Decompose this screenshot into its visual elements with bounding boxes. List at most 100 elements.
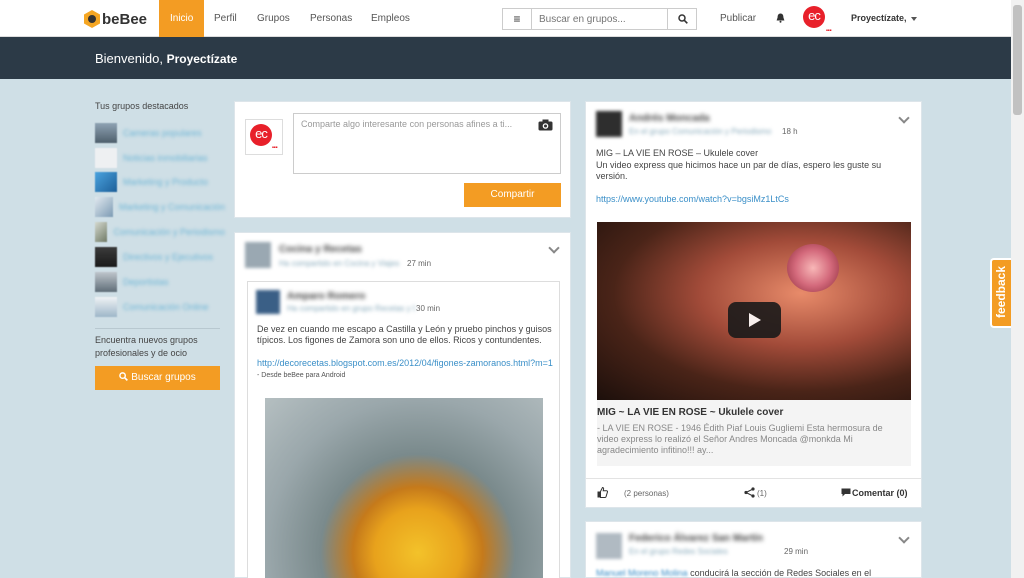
author-name[interactable]: Cocina y Recetas: [279, 244, 362, 255]
author-name[interactable]: Federico Álvarez San Martín: [629, 533, 763, 544]
group-thumbnail: [95, 222, 108, 242]
search-filter-menu-button[interactable]: ≡: [502, 8, 532, 30]
feedback-tab[interactable]: feedback: [990, 258, 1012, 328]
tab-empleos[interactable]: Empleos: [371, 0, 410, 37]
post-composer: ec ... Comparte algo interesante con per…: [234, 101, 571, 218]
group-thumbnail: [95, 247, 117, 267]
chevron-down-icon[interactable]: [898, 112, 910, 124]
post-link[interactable]: https://www.youtube.com/watch?v=bgsiMz1L…: [596, 194, 789, 205]
composer-textarea[interactable]: Comparte algo interesante con personas a…: [293, 113, 561, 174]
post-time: 27 min: [407, 259, 432, 268]
logo-text: beBee: [102, 10, 148, 28]
search-button[interactable]: [667, 8, 697, 30]
tab-personas[interactable]: Personas: [310, 0, 352, 37]
video-title: MIG ~ LA VIE EN ROSE ~ Ukulele cover: [597, 407, 784, 418]
group-thumbnail: [95, 197, 113, 217]
feed-post: Federico Álvarez San Martín En el grupo …: [585, 521, 922, 578]
post-meta: Ha compartido en Cocina y Viajes: [279, 259, 400, 268]
caret-down-icon[interactable]: [911, 17, 917, 21]
search-groups-button[interactable]: Buscar grupos: [95, 366, 220, 390]
sidebar-divider: [95, 328, 220, 329]
chevron-down-icon[interactable]: [548, 242, 560, 254]
notifications-bell-icon[interactable]: [776, 13, 785, 26]
search-icon: [678, 14, 688, 24]
welcome-greeting: Bienvenido,: [95, 51, 163, 66]
author-avatar[interactable]: [245, 242, 271, 268]
post-image[interactable]: [265, 398, 543, 578]
likes-count[interactable]: (2 personas): [624, 489, 669, 498]
play-icon[interactable]: [728, 302, 781, 338]
post-text: Manuel Moreno Molina conducirá la secció…: [596, 568, 872, 578]
video-thumbnail[interactable]: [597, 222, 911, 400]
post-text: Un video express que hicimos hace un par…: [596, 160, 882, 181]
shares-count[interactable]: (1): [757, 489, 767, 498]
share-icon[interactable]: [744, 487, 755, 501]
feedback-label: feedback: [994, 265, 1008, 318]
author-name[interactable]: Amparo Romero: [287, 291, 365, 302]
scrollbar-thumb[interactable]: [1013, 5, 1022, 115]
page-scrollbar[interactable]: [1011, 0, 1024, 578]
group-thumbnail: [95, 123, 117, 143]
post-meta: En el grupo Comunicación y Periodismo: [629, 127, 772, 136]
group-thumbnail: [95, 272, 117, 292]
video-description: - LA VIE EN ROSE - 1946 Édith Piaf Louis…: [597, 423, 883, 455]
post-text: De vez en cuando me escapo a Castilla y …: [257, 324, 552, 345]
author-name[interactable]: Andrés Moncada: [629, 113, 710, 124]
post-time: 30 min: [416, 304, 441, 313]
sidebar-group-item[interactable]: Comunicación Online: [95, 297, 225, 317]
sidebar-group-item[interactable]: Marketing y Producto: [95, 172, 225, 192]
thumbs-up-icon[interactable]: [597, 486, 609, 501]
bebee-logo[interactable]: beBee: [84, 9, 147, 29]
author-avatar[interactable]: [596, 533, 622, 559]
tab-perfil[interactable]: Perfil: [214, 0, 237, 37]
post-time: 29 min: [784, 547, 809, 556]
top-navbar: beBee Inicio Perfil Grupos Personas Empl…: [0, 0, 1011, 37]
user-name-menu[interactable]: Proyectízate,: [851, 13, 907, 23]
group-thumbnail: [95, 148, 117, 168]
welcome-text: Bienvenido, Proyectízate: [95, 51, 237, 66]
feed-post: Cocina y Recetas Ha compartido en Cocina…: [234, 232, 571, 578]
featured-groups-title: Tus grupos destacados: [95, 101, 189, 111]
find-groups-hint: Encuentra nuevos grupos profesionales y …: [95, 335, 198, 358]
welcome-user-name: Proyectízate: [166, 52, 238, 66]
shared-post: Amparo Romero Ha compartido en grupo Rec…: [247, 281, 560, 578]
composer-avatar: ec ...: [245, 119, 283, 155]
comment-icon[interactable]: [841, 488, 851, 500]
camera-icon[interactable]: [538, 119, 553, 134]
post-source: - Desde beBee para Android: [257, 372, 346, 379]
post-meta: En el grupo Redes Sociales: [629, 547, 728, 556]
group-thumbnail: [95, 297, 117, 317]
search-icon: [119, 372, 129, 381]
mentioned-user-link[interactable]: Manuel Moreno Molina: [596, 568, 688, 578]
share-button[interactable]: Compartir: [464, 183, 561, 207]
search-groups-label: Buscar grupos: [131, 372, 196, 383]
sidebar-group-item[interactable]: Comunicación y Periodismo: [95, 222, 225, 242]
feed-post: Andrés Moncada En el grupo Comunicación …: [585, 101, 922, 508]
sidebar-group-item[interactable]: Cameras populares: [95, 123, 225, 143]
post-time: 18 h: [782, 127, 798, 136]
video-preview-info[interactable]: MIG ~ LA VIE EN ROSE ~ Ukulele cover - L…: [597, 400, 911, 466]
sidebar-group-item[interactable]: Deportistas: [95, 272, 225, 292]
comment-button[interactable]: Comentar (0): [852, 488, 908, 498]
post-action-bar: (2 personas) (1) Comentar (0): [586, 478, 921, 508]
bee-hexagon-icon: [84, 10, 100, 28]
author-avatar[interactable]: [596, 111, 622, 137]
user-avatar[interactable]: ec ...: [803, 6, 832, 34]
welcome-banner: Bienvenido, Proyectízate: [0, 37, 1011, 79]
post-title: MIG – LA VIE EN ROSE – Ukulele cover: [596, 148, 759, 158]
tab-grupos[interactable]: Grupos: [257, 0, 290, 37]
post-link-line: http://decorecetas.blogspot.com.es/2012/…: [257, 358, 553, 381]
sidebar-group-item[interactable]: Directivos y Ejecutivos: [95, 247, 225, 267]
author-avatar[interactable]: [256, 290, 280, 314]
post-meta: Ha compartido en grupo Recetas y Degusta…: [287, 304, 415, 313]
search-input[interactable]: [531, 8, 668, 30]
sidebar-group-item[interactable]: Marketing y Comunicación: [95, 197, 225, 217]
publish-link[interactable]: Publicar: [720, 13, 756, 24]
group-thumbnail: [95, 172, 117, 192]
hamburger-icon: ≡: [513, 12, 521, 26]
post-link[interactable]: http://decorecetas.blogspot.com.es/2012/…: [257, 358, 553, 368]
video-frame-flower: [787, 244, 839, 292]
tab-inicio[interactable]: Inicio: [159, 0, 205, 37]
chevron-down-icon[interactable]: [898, 532, 910, 544]
sidebar-group-item[interactable]: Noticias inmobiliarias: [95, 148, 225, 168]
